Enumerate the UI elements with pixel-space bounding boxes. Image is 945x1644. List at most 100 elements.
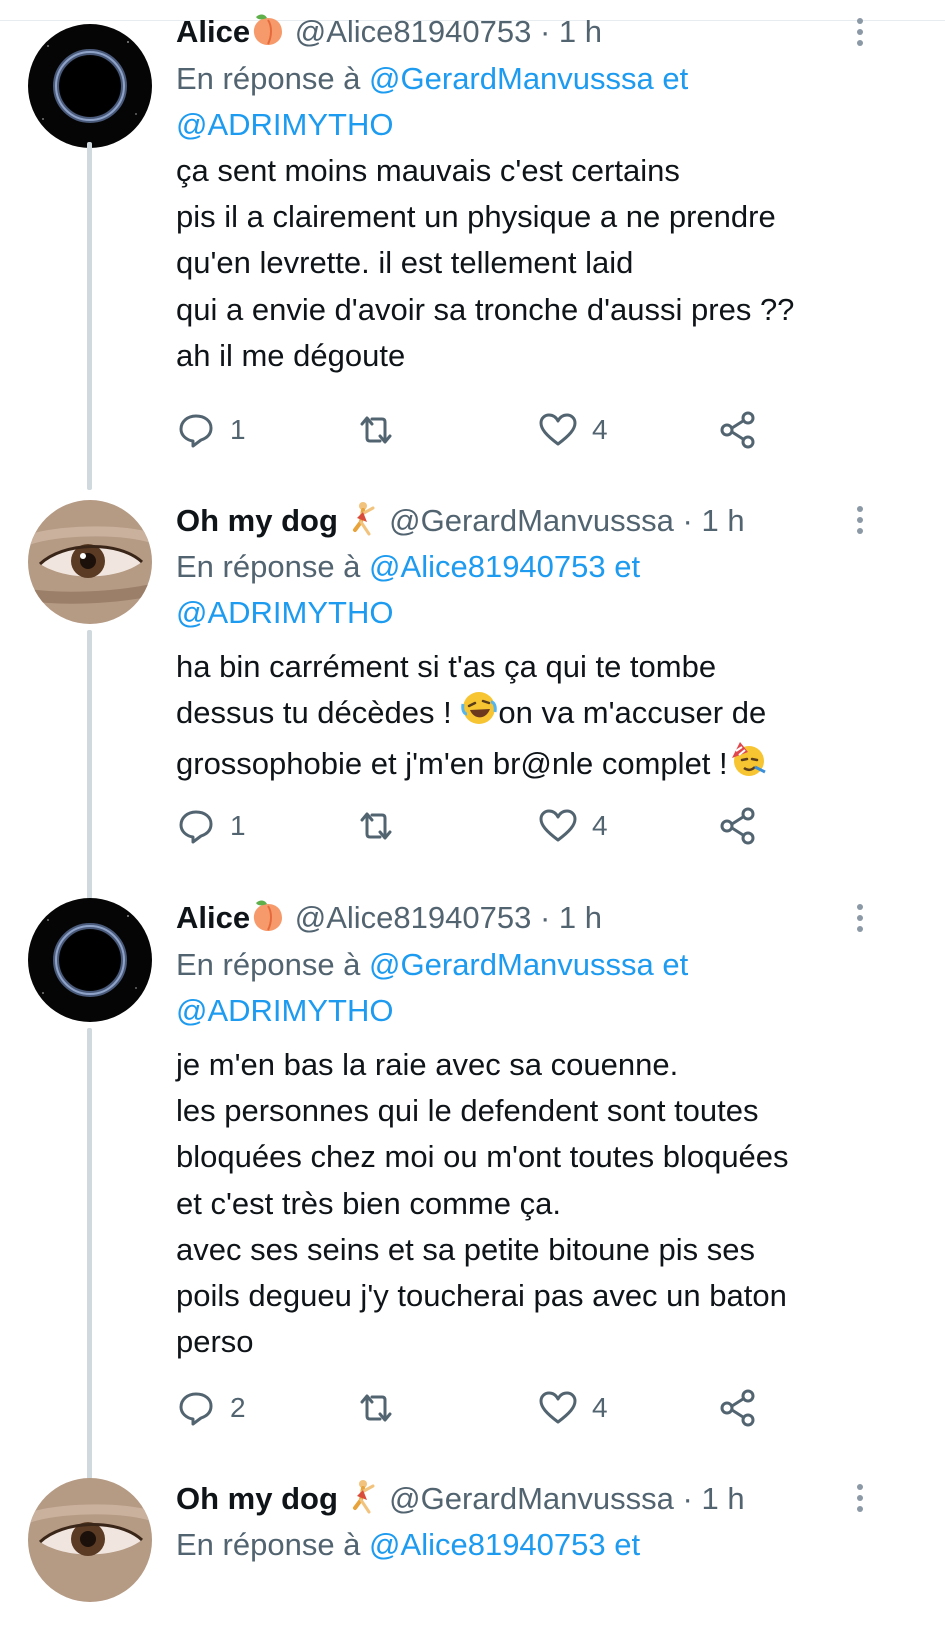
like-button[interactable]: 4 xyxy=(538,408,608,452)
timestamp[interactable]: 1 h xyxy=(559,900,602,935)
tweet-line: pis il a clairement un physique a ne pre… xyxy=(176,199,776,235)
reply-icon xyxy=(179,414,213,448)
mention-link[interactable]: @ADRIMYTHO xyxy=(176,595,393,630)
reply-and[interactable]: et xyxy=(662,61,688,96)
eye-photo-avatar-icon xyxy=(28,1478,152,1602)
tweet-line: ah il me dégoute xyxy=(176,337,406,373)
party-face-emoji xyxy=(728,740,768,791)
mention-link[interactable]: @ADRIMYTHO xyxy=(176,107,393,142)
reply-and[interactable]: et xyxy=(614,549,640,584)
tweet-line: qui a envie d'avoir sa tronche d'aussi p… xyxy=(176,291,795,327)
retweet-button[interactable] xyxy=(356,804,396,848)
tweet-line: dessus tu décèdes ! on va m'accuser de xyxy=(176,690,896,739)
tweet-header: Oh my dog @GerardManvusssa · 1 h xyxy=(176,1478,745,1518)
mention-link[interactable]: @Alice81940753 xyxy=(369,549,606,584)
timestamp[interactable]: 1 h xyxy=(701,503,744,538)
thread-line xyxy=(87,142,92,490)
separator-dot: · xyxy=(539,14,551,50)
tweet[interactable]: Oh my dog @GerardManvusssa · 1 h En répo… xyxy=(0,500,945,912)
reply-context: En réponse à @Alice81940753 et xyxy=(176,1522,896,1568)
tweet-line-part: on va m'accuser de xyxy=(498,695,767,731)
timestamp[interactable]: 1 h xyxy=(559,14,602,49)
reply-button[interactable]: 2 xyxy=(176,1386,246,1430)
tweet-line-part: dessus tu décèdes ! xyxy=(176,695,452,731)
tweet-line: ha bin carrément si t'as ça qui te tombe xyxy=(176,649,717,684)
reply-context: En réponse à @Alice81940753 et @ADRIMYTH… xyxy=(176,544,896,636)
reply-icon xyxy=(179,810,213,844)
heart-icon xyxy=(539,1391,577,1424)
like-count: 4 xyxy=(592,414,608,445)
reply-and[interactable]: et xyxy=(614,1527,640,1562)
tweet-actions: 1 4 xyxy=(176,408,796,452)
eye-photo-avatar-icon xyxy=(28,500,152,624)
tweet-line: grossophobie et j'm'en br@nle complet ! xyxy=(176,740,896,791)
avatar-alice[interactable] xyxy=(28,24,152,148)
share-button[interactable] xyxy=(718,1386,758,1430)
tweet-line: avec ses seins et sa petite bitoune pis … xyxy=(176,1231,755,1267)
reply-and[interactable]: et xyxy=(662,947,688,982)
screen-bottom-edge xyxy=(0,1622,945,1644)
tweet-line: qu'en levrette. il est tellement laid xyxy=(176,245,634,281)
retweet-button[interactable] xyxy=(356,408,396,452)
separator-dot: · xyxy=(682,1481,693,1517)
avatar-alice[interactable] xyxy=(28,898,152,1022)
more-vertical-icon[interactable] xyxy=(845,900,875,936)
heart-icon xyxy=(539,413,577,446)
user-handle[interactable]: @Alice81940753 xyxy=(295,14,532,49)
peach-emoji xyxy=(250,12,286,56)
separator-dot: · xyxy=(539,900,551,936)
user-handle[interactable]: @GerardManvusssa xyxy=(389,503,674,538)
display-name[interactable]: Alice xyxy=(176,14,250,49)
display-name[interactable]: Oh my dog xyxy=(176,1481,338,1516)
tweet-line: et c'est très bien comme ça. xyxy=(176,1185,561,1221)
retweet-icon xyxy=(360,416,392,444)
retweet-button[interactable] xyxy=(356,1386,396,1430)
like-button[interactable]: 4 xyxy=(538,1386,608,1430)
mention-link[interactable]: @ADRIMYTHO xyxy=(176,993,393,1028)
share-button[interactable] xyxy=(718,408,758,452)
tweet-text: ha bin carrément si t'as ça qui te tombe… xyxy=(176,644,896,791)
reply-icon xyxy=(179,1392,213,1426)
tweet[interactable]: Alice @Alice81940753 · 1 h En réponse à … xyxy=(0,12,945,490)
display-name[interactable]: Alice xyxy=(176,900,250,935)
reply-button[interactable]: 1 xyxy=(176,408,246,452)
dancer-emoji xyxy=(347,1478,381,1524)
tweet-text: je m'en bas la raie avec sa couenne. les… xyxy=(176,1042,896,1365)
reply-count: 1 xyxy=(230,414,246,445)
like-count: 4 xyxy=(592,1392,608,1423)
reply-context: En réponse à @GerardManvusssa et @ADRIMY… xyxy=(176,56,896,148)
more-vertical-icon[interactable] xyxy=(845,14,875,50)
avatar-oh-my-dog[interactable] xyxy=(28,1478,152,1602)
user-handle[interactable]: @Alice81940753 xyxy=(295,900,532,935)
retweet-icon xyxy=(360,812,392,840)
share-icon xyxy=(720,1389,755,1427)
like-button[interactable]: 4 xyxy=(538,804,608,848)
tweet-line-part: grossophobie et j'm'en br@nle complet ! xyxy=(176,745,728,781)
reply-prefix: En réponse à xyxy=(176,947,361,982)
share-button[interactable] xyxy=(718,804,758,848)
tweet-header: Oh my dog @GerardManvusssa · 1 h xyxy=(176,500,745,540)
reply-button[interactable]: 1 xyxy=(176,804,246,848)
tweet-header: Alice @Alice81940753 · 1 h xyxy=(176,12,602,52)
black-hole-avatar-icon xyxy=(28,898,152,1022)
tweet[interactable]: Alice @Alice81940753 · 1 h En réponse à … xyxy=(0,898,945,1488)
tweet-line: perso xyxy=(176,1324,254,1360)
more-vertical-icon[interactable] xyxy=(845,502,875,538)
avatar-oh-my-dog[interactable] xyxy=(28,500,152,624)
user-handle[interactable]: @GerardManvusssa xyxy=(389,1481,674,1516)
separator-dot: · xyxy=(682,503,693,539)
mention-link[interactable]: @Alice81940753 xyxy=(369,1527,606,1562)
mention-link[interactable]: @GerardManvusssa xyxy=(369,61,654,96)
heart-icon xyxy=(539,809,577,842)
black-hole-avatar-icon xyxy=(28,24,152,148)
mention-link[interactable]: @GerardManvusssa xyxy=(369,947,654,982)
timestamp[interactable]: 1 h xyxy=(701,1481,744,1516)
tweet-line: je m'en bas la raie avec sa couenne. xyxy=(176,1047,679,1082)
display-name[interactable]: Oh my dog xyxy=(176,503,338,538)
tweet[interactable]: Oh my dog @GerardManvusssa · 1 h En répo… xyxy=(0,1478,945,1644)
more-vertical-icon[interactable] xyxy=(845,1480,875,1516)
tweet-actions: 1 4 xyxy=(176,804,796,848)
tweet-line: ça sent moins mauvais c'est certains xyxy=(176,153,680,188)
reply-prefix: En réponse à xyxy=(176,1527,361,1562)
thread-line xyxy=(87,630,92,912)
